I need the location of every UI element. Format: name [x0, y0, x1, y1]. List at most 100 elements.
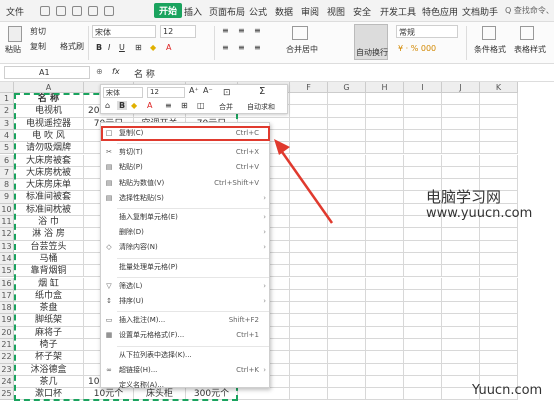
underline-icon[interactable]: U [119, 43, 125, 52]
row-header[interactable]: 5 [0, 142, 14, 155]
table-cell[interactable] [480, 363, 518, 376]
table-cell[interactable] [366, 363, 404, 376]
table-cell[interactable] [328, 388, 366, 401]
table-cell[interactable] [290, 265, 328, 278]
row-header[interactable]: 23 [0, 363, 14, 376]
row-header[interactable]: 13 [0, 240, 14, 253]
table-cell[interactable] [290, 105, 328, 118]
table-cell[interactable] [404, 375, 442, 389]
context-menu-item[interactable]: ▽ 筛选(L) › [101, 280, 269, 293]
table-cell[interactable] [442, 142, 480, 155]
number-format-select[interactable]: 常规 [396, 25, 458, 38]
table-cell[interactable] [328, 252, 366, 266]
row-header[interactable]: 22 [0, 351, 14, 364]
context-menu-item[interactable]: ◇ 清除内容(N) › [101, 241, 269, 254]
table-cell[interactable] [480, 289, 518, 303]
mini-border-icon[interactable]: ⊞ [181, 101, 188, 110]
table-cell[interactable] [404, 326, 442, 339]
table-cell[interactable] [404, 105, 442, 118]
search-command[interactable]: Q 查找命令、搜索模板 [505, 5, 554, 16]
row-header[interactable]: 2 [0, 105, 14, 118]
table-cell[interactable] [404, 252, 442, 266]
table-cell[interactable] [290, 277, 328, 290]
table-cell[interactable]: 浴 巾 [14, 216, 84, 229]
mini-fill-icon[interactable]: ◆ [131, 101, 137, 110]
font-shrink-icon[interactable]: A⁻ [203, 86, 213, 95]
table-cell[interactable] [404, 93, 442, 106]
mini-fill2-icon[interactable]: ◫ [197, 101, 205, 110]
table-cell[interactable] [366, 142, 404, 155]
table-cell[interactable] [404, 339, 442, 352]
table-cell[interactable] [290, 326, 328, 339]
table-cell[interactable] [328, 93, 366, 106]
table-cell[interactable] [480, 228, 518, 241]
paste-button[interactable]: 粘贴 [5, 44, 21, 55]
table-cell[interactable] [442, 240, 480, 253]
table-cell[interactable] [404, 117, 442, 130]
table-cell[interactable] [442, 117, 480, 130]
table-cell[interactable] [366, 388, 404, 401]
row-header[interactable]: 25 [0, 388, 14, 401]
table-cell[interactable]: 大床房床单 [14, 179, 84, 192]
print-icon[interactable] [56, 6, 66, 16]
table-cell[interactable] [366, 240, 404, 253]
copy-button[interactable]: 复制 [30, 41, 46, 52]
table-cell[interactable] [366, 93, 404, 106]
table-cell[interactable] [480, 326, 518, 339]
table-cell[interactable] [480, 93, 518, 106]
paste-icon[interactable] [8, 26, 22, 42]
table-cell[interactable] [366, 351, 404, 364]
save-icon[interactable] [40, 6, 50, 16]
tab-special[interactable]: 特色应用 [422, 5, 458, 18]
table-cell[interactable] [442, 326, 480, 339]
table-cell[interactable] [290, 289, 328, 303]
table-cell[interactable] [404, 388, 442, 401]
table-cell[interactable] [404, 302, 442, 315]
align-left-icon[interactable]: ≡ [222, 43, 229, 52]
row-header[interactable]: 19 [0, 314, 14, 327]
table-cell[interactable]: 淋 浴 房 [14, 228, 84, 241]
table-cell[interactable] [404, 154, 442, 167]
table-cell[interactable]: 茶盘 [14, 302, 84, 315]
table-cell[interactable] [290, 388, 328, 401]
table-cell[interactable]: 台芸笠头 [14, 240, 84, 253]
table-cell[interactable] [442, 289, 480, 303]
table-cell[interactable] [366, 105, 404, 118]
mini-align-icon[interactable]: ≡ [165, 101, 172, 110]
table-cell[interactable] [480, 154, 518, 167]
context-menu-item[interactable]: ✂ 剪切(T) Ctrl+X [101, 146, 269, 159]
table-cell[interactable]: 标准间枕被 [14, 203, 84, 216]
table-cell[interactable] [328, 375, 366, 389]
row-header[interactable]: 21 [0, 339, 14, 352]
italic-icon[interactable]: I [108, 43, 110, 52]
table-cell[interactable] [404, 363, 442, 376]
table-cell[interactable] [290, 117, 328, 130]
row-header[interactable]: 10 [0, 203, 14, 216]
table-cell[interactable] [442, 129, 480, 143]
tab-start[interactable]: 开始 [154, 3, 183, 18]
row-header[interactable]: 18 [0, 302, 14, 315]
table-cell[interactable] [480, 240, 518, 253]
tab-dev[interactable]: 开发工具 [380, 5, 416, 18]
context-menu-item[interactable]: ∞ 超链接(H)... Ctrl+K › [101, 364, 269, 377]
table-cell[interactable] [328, 228, 366, 241]
zoom-icon[interactable]: ⊕ [96, 67, 103, 76]
table-cell[interactable] [290, 351, 328, 364]
border-icon[interactable]: ⊞ [135, 43, 142, 52]
context-menu-item[interactable]: 从下拉列表中选择(K)... [101, 349, 269, 362]
mini-merge-button[interactable]: 合并 [219, 102, 233, 112]
table-cell[interactable]: 漱口杯 [14, 388, 84, 401]
row-header[interactable]: 16 [0, 277, 14, 290]
table-cell[interactable]: 脚纸架 [14, 314, 84, 327]
table-cell[interactable] [290, 375, 328, 389]
row-header[interactable]: 14 [0, 252, 14, 266]
table-cell[interactable]: 烟 缸 [14, 277, 84, 290]
table-cell[interactable] [366, 252, 404, 266]
table-cell[interactable] [366, 154, 404, 167]
table-cell[interactable] [328, 289, 366, 303]
font-select[interactable]: 宋体 [92, 25, 156, 38]
context-menu-item[interactable]: ▭ 插入批注(M)... Shift+F2 [101, 314, 269, 327]
table-cell[interactable] [290, 93, 328, 106]
table-cell[interactable] [366, 326, 404, 339]
mini-format-painter-icon[interactable]: ⌂ [105, 101, 110, 110]
